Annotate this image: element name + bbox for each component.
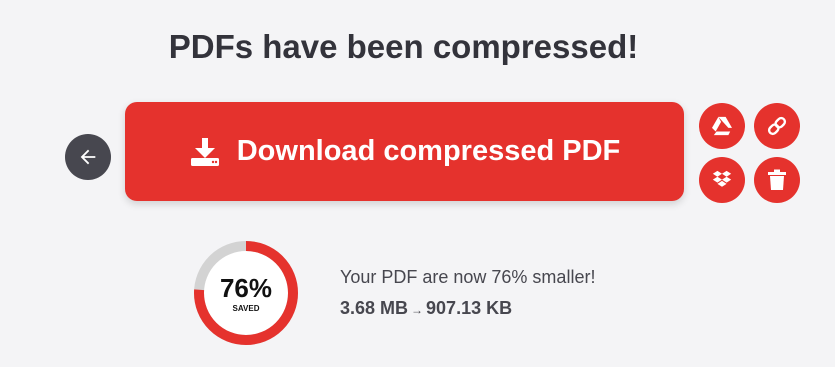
download-compressed-pdf-button[interactable]: Download compressed PDF <box>125 102 684 201</box>
download-button-label: Download compressed PDF <box>236 135 621 167</box>
delete-button[interactable] <box>754 157 800 203</box>
back-button[interactable] <box>65 134 111 180</box>
original-size: 3.68 MB <box>340 298 409 318</box>
save-to-dropbox-button[interactable] <box>699 157 745 203</box>
compression-info: Your PDF are now 76% smaller! 3.68 MB → 90… <box>340 267 595 319</box>
google-drive-icon <box>711 116 733 136</box>
compression-message: Your PDF are now 76% smaller! <box>340 267 596 287</box>
size-comparison: 3.68 MB → 907.13 KB <box>340 298 595 319</box>
compressed-size: 907.13 KB <box>426 298 513 318</box>
link-icon <box>766 115 788 137</box>
size-arrow: → <box>411 303 424 317</box>
dropbox-icon <box>711 169 733 191</box>
arrow-left-icon <box>77 146 99 168</box>
saved-percent: 76% <box>219 273 273 303</box>
copy-link-button[interactable] <box>754 103 800 149</box>
save-to-google-drive-button[interactable] <box>699 103 745 149</box>
saved-label: SAVED <box>232 304 260 313</box>
trash-icon <box>767 169 787 191</box>
page-title: PDFs have been compressed! <box>168 28 639 65</box>
gauge-readout: 76% SAVED <box>193 275 299 313</box>
download-icon <box>189 136 221 168</box>
